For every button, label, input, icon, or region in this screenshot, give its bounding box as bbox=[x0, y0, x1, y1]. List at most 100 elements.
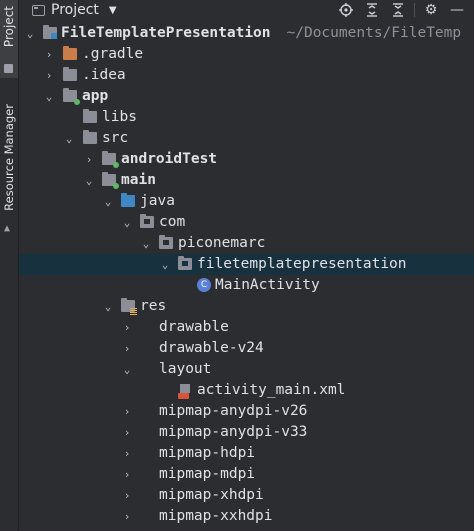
module-folder-icon bbox=[43, 25, 57, 39]
project-tool-tab[interactable]: Project bbox=[0, 0, 18, 78]
package-icon bbox=[140, 214, 154, 228]
tree-item-label: src bbox=[102, 130, 129, 146]
chevron-right-icon[interactable]: › bbox=[83, 149, 95, 170]
tree-item-gradle[interactable]: › .gradle bbox=[19, 44, 474, 65]
folder-icon bbox=[83, 130, 97, 144]
tree-item-mipmap-hdpi[interactable]: › mipmap-hdpi bbox=[19, 443, 474, 464]
tree-item-label: activity_main.xml bbox=[197, 382, 346, 398]
chevron-down-icon[interactable]: ⌄ bbox=[102, 191, 114, 212]
tree-item-root[interactable]: ⌄ FileTemplatePresentation ~/Documents/Fi… bbox=[19, 23, 474, 44]
tree-item-mipmap-xhdpi[interactable]: › mipmap-xhdpi bbox=[19, 485, 474, 506]
tree-item-libs[interactable]: libs bbox=[19, 107, 474, 128]
tree-item-filetemplatepresentation[interactable]: ⌄ filetemplatepresentation bbox=[19, 254, 474, 275]
resource-manager-tool-tab[interactable]: Resource Manager ▲ bbox=[0, 98, 18, 238]
tree-item-label: java bbox=[140, 193, 175, 209]
tree-item-java[interactable]: ⌄ java bbox=[19, 191, 474, 212]
chevron-down-icon[interactable]: ⌄ bbox=[24, 23, 36, 44]
toolbar-divider bbox=[414, 3, 415, 17]
chevron-right-icon[interactable]: › bbox=[121, 443, 133, 464]
tree-item-label: drawable-v24 bbox=[159, 340, 264, 356]
chevron-right-icon[interactable]: › bbox=[121, 401, 133, 422]
tree-item-label: mipmap-hdpi bbox=[159, 445, 256, 461]
tree-item-label: MainActivity bbox=[215, 277, 320, 293]
project-tab-icon bbox=[4, 64, 13, 73]
resource-folder-icon bbox=[121, 298, 137, 315]
tree-item-label: layout bbox=[159, 361, 212, 377]
project-panel-header: Project ▼ ⚙ — bbox=[19, 0, 474, 20]
tree-item-label: libs bbox=[102, 109, 137, 125]
chevron-down-icon[interactable]: ⌄ bbox=[159, 254, 171, 275]
resource-manager-tab-label: Resource Manager bbox=[2, 104, 16, 211]
kotlin-class-icon: C bbox=[197, 278, 211, 292]
locate-icon[interactable] bbox=[333, 0, 359, 20]
chevron-down-icon[interactable]: ⌄ bbox=[140, 233, 152, 254]
chevron-right-icon[interactable]: › bbox=[43, 65, 55, 86]
tree-item-src[interactable]: ⌄ src bbox=[19, 128, 474, 149]
project-path-hint: ~/Documents/FileTemp bbox=[286, 25, 462, 41]
source-folder-icon bbox=[121, 193, 135, 207]
project-tree: ⌄ FileTemplatePresentation ~/Documents/Fi… bbox=[19, 23, 474, 527]
project-tab-label: Project bbox=[2, 6, 16, 48]
tree-item-res[interactable]: ⌄ res bbox=[19, 296, 474, 317]
tree-item-app[interactable]: ⌄ app bbox=[19, 86, 474, 107]
tree-item-mipmap-mdpi[interactable]: › mipmap-mdpi bbox=[19, 464, 474, 485]
left-tool-strip: Project Resource Manager ▲ bbox=[0, 0, 19, 531]
tree-item-layout[interactable]: ⌄ layout bbox=[19, 359, 474, 380]
chevron-right-icon[interactable]: › bbox=[121, 317, 133, 338]
tree-item-label: filetemplatepresentation bbox=[197, 256, 407, 272]
collapse-all-icon[interactable] bbox=[385, 0, 411, 20]
chevron-down-icon[interactable]: ⌄ bbox=[121, 212, 133, 233]
tree-item-label: mipmap-xhdpi bbox=[159, 487, 264, 503]
xml-file-icon bbox=[178, 384, 191, 399]
chevron-right-icon[interactable]: › bbox=[43, 44, 55, 65]
tree-item-main[interactable]: ⌄ main bbox=[19, 170, 474, 191]
expand-all-icon[interactable] bbox=[359, 0, 385, 20]
tree-item-idea[interactable]: › .idea bbox=[19, 65, 474, 86]
tree-item-label: mipmap-anydpi-v26 bbox=[159, 403, 308, 419]
package-icon bbox=[159, 235, 173, 249]
excluded-folder-icon bbox=[63, 46, 77, 60]
tree-item-label: piconemarc bbox=[178, 235, 266, 251]
tree-item-piconemarc[interactable]: ⌄ piconemarc bbox=[19, 233, 474, 254]
chevron-down-icon[interactable]: ▼ bbox=[109, 5, 117, 16]
chevron-right-icon[interactable]: › bbox=[121, 338, 133, 359]
chevron-down-icon[interactable]: ⌄ bbox=[43, 86, 55, 107]
settings-icon[interactable]: ⚙ bbox=[418, 0, 444, 20]
tree-item-mipmap-anydpi-v33[interactable]: › mipmap-anydpi-v33 bbox=[19, 422, 474, 443]
tree-item-label: .idea bbox=[82, 67, 126, 83]
tree-item-label: FileTemplatePresentation bbox=[61, 25, 271, 41]
chevron-right-icon[interactable]: › bbox=[121, 464, 133, 485]
tree-item-drawable-v24[interactable]: › drawable-v24 bbox=[19, 338, 474, 359]
tree-item-drawable[interactable]: › drawable bbox=[19, 317, 474, 338]
chevron-down-icon[interactable]: ⌄ bbox=[121, 359, 133, 380]
tree-item-label: androidTest bbox=[121, 151, 218, 167]
tree-item-label: mipmap-xxhdpi bbox=[159, 508, 273, 524]
chevron-right-icon[interactable]: › bbox=[121, 485, 133, 506]
source-set-folder-icon bbox=[102, 172, 119, 189]
tree-item-label: res bbox=[140, 298, 167, 314]
chevron-down-icon[interactable]: ⌄ bbox=[63, 128, 75, 149]
tree-item-mipmap-anydpi-v26[interactable]: › mipmap-anydpi-v26 bbox=[19, 401, 474, 422]
tree-item-label: mipmap-anydpi-v33 bbox=[159, 424, 308, 440]
tree-item-com[interactable]: ⌄ com bbox=[19, 212, 474, 233]
tree-item-label: mipmap-mdpi bbox=[159, 466, 256, 482]
module-folder-icon bbox=[63, 88, 80, 105]
project-view-icon bbox=[32, 4, 45, 16]
chevron-down-icon[interactable]: ⌄ bbox=[83, 170, 95, 191]
minimize-icon[interactable]: — bbox=[444, 0, 470, 20]
tree-item-label: .gradle bbox=[82, 46, 144, 62]
folder-icon bbox=[63, 67, 77, 81]
chevron-right-icon[interactable]: › bbox=[121, 422, 133, 443]
chevron-down-icon[interactable]: ⌄ bbox=[102, 296, 114, 317]
project-view-title[interactable]: Project bbox=[51, 2, 99, 18]
tree-item-label: drawable bbox=[159, 319, 229, 335]
folder-icon bbox=[83, 109, 97, 123]
chevron-right-icon[interactable]: › bbox=[121, 506, 133, 527]
tree-item-label: app bbox=[82, 88, 109, 104]
tree-item-mainactivity[interactable]: C MainActivity bbox=[19, 275, 474, 296]
tree-item-androidtest[interactable]: › androidTest bbox=[19, 149, 474, 170]
tree-item-mipmap-xxhdpi[interactable]: › mipmap-xxhdpi bbox=[19, 506, 474, 527]
tree-item-activity-main-xml[interactable]: activity_main.xml bbox=[19, 380, 474, 401]
package-icon bbox=[178, 256, 192, 270]
tree-item-label: com bbox=[159, 214, 186, 230]
